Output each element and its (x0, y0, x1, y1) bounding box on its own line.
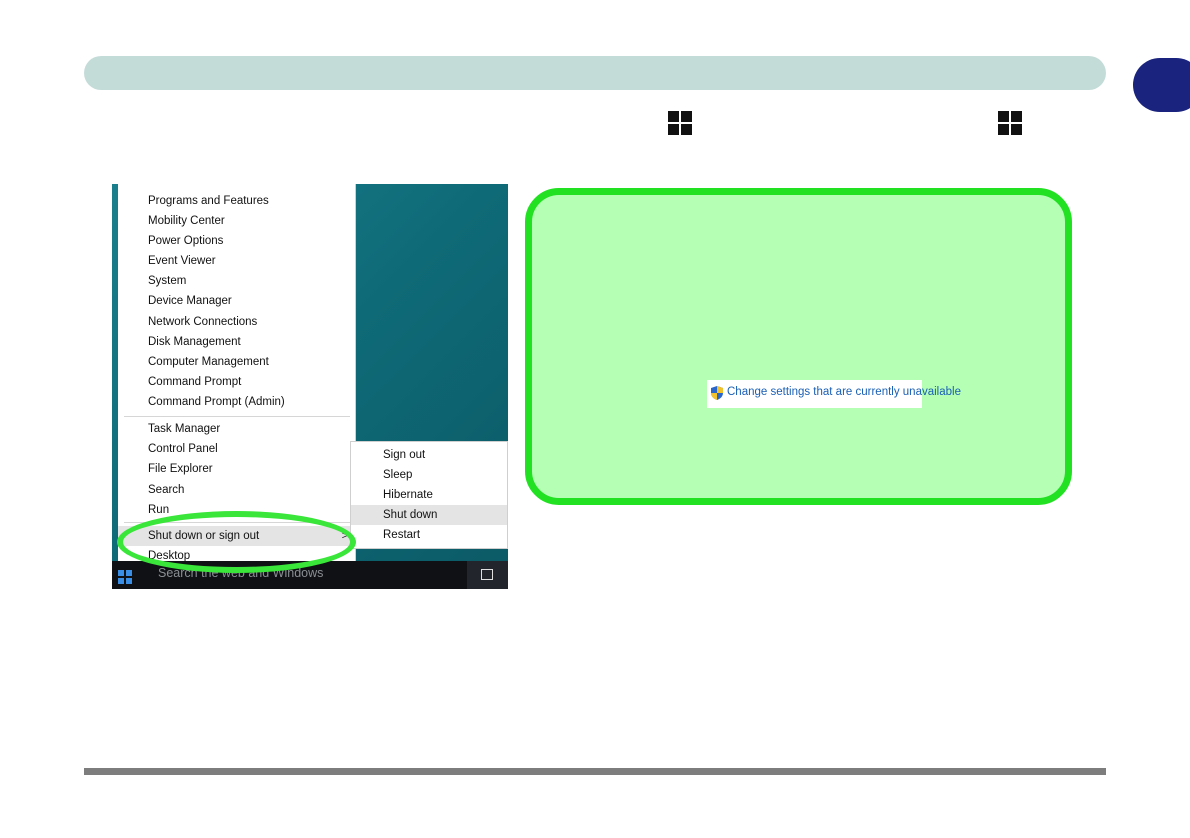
task-view-button[interactable] (467, 561, 508, 589)
page-header-bar (84, 56, 1106, 90)
submenu-item-hibernate[interactable]: Hibernate (351, 485, 507, 505)
submenu-item-restart[interactable]: Restart (351, 525, 507, 545)
highlight-ellipse (117, 511, 356, 573)
footer-rule (84, 768, 1106, 775)
menu-item-mobility-center[interactable]: Mobility Center (118, 211, 356, 231)
shutdown-submenu: Sign out Sleep Hibernate Shut down Resta… (350, 441, 508, 549)
note-box (525, 188, 1072, 505)
menu-item-disk-management[interactable]: Disk Management (118, 332, 356, 352)
menu-item-device-manager[interactable]: Device Manager (118, 291, 356, 311)
menu-item-file-explorer[interactable]: File Explorer (118, 459, 356, 479)
submenu-item-sign-out[interactable]: Sign out (351, 445, 507, 465)
submenu-item-sleep[interactable]: Sleep (351, 465, 507, 485)
windows-start-icon[interactable] (118, 570, 132, 584)
windows-logo-icon (998, 111, 1022, 135)
change-settings-button[interactable]: Change settings that are currently unava… (707, 380, 961, 408)
menu-item-computer-management[interactable]: Computer Management (118, 352, 356, 372)
change-settings-link[interactable]: Change settings that are currently unava… (727, 386, 961, 398)
menu-item-command-prompt[interactable]: Command Prompt (118, 372, 356, 392)
menu-item-task-manager[interactable]: Task Manager (118, 419, 356, 439)
menu-item-control-panel[interactable]: Control Panel (118, 439, 356, 459)
menu-separator (124, 416, 350, 417)
menu-item-command-prompt-admin[interactable]: Command Prompt (Admin) (118, 392, 356, 412)
menu-item-programs-features[interactable]: Programs and Features (118, 191, 356, 211)
windows-logo-icon (668, 111, 692, 135)
menu-item-system[interactable]: System (118, 271, 356, 291)
submenu-item-shut-down[interactable]: Shut down (351, 505, 507, 525)
menu-item-search[interactable]: Search (118, 480, 356, 500)
menu-item-power-options[interactable]: Power Options (118, 231, 356, 251)
menu-item-network-connections[interactable]: Network Connections (118, 312, 356, 332)
shield-icon (711, 386, 723, 400)
task-view-icon (481, 569, 493, 580)
chapter-tab (1133, 58, 1190, 112)
menu-item-event-viewer[interactable]: Event Viewer (118, 251, 356, 271)
